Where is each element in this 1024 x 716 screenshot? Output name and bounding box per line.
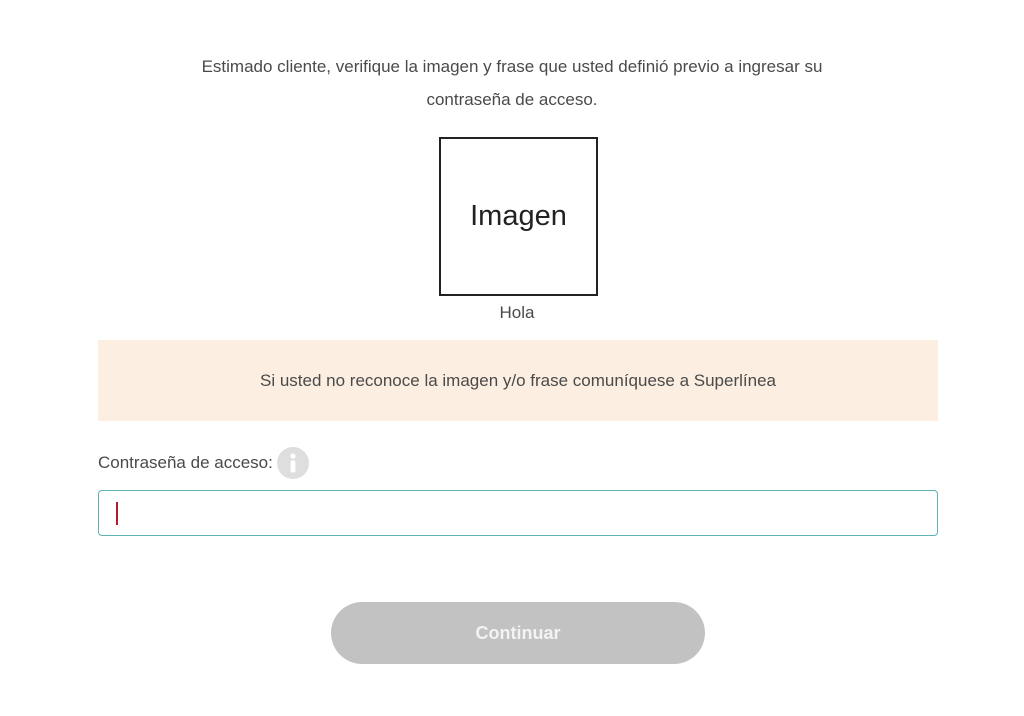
security-image: Imagen: [439, 137, 598, 296]
password-label-row: Contraseña de acceso:: [98, 447, 309, 479]
text-caret: [116, 502, 118, 525]
warning-banner: Si usted no reconoce la imagen y/o frase…: [98, 340, 938, 421]
password-input[interactable]: [98, 490, 938, 536]
password-page: Estimado cliente, verifique la imagen y …: [0, 0, 1024, 716]
continue-button[interactable]: Continuar: [331, 602, 705, 664]
security-image-label: Imagen: [470, 200, 567, 232]
intro-line-1: Estimado cliente, verifique la imagen y …: [201, 57, 823, 76]
warning-text: Si usted no reconoce la imagen y/o frase…: [260, 370, 776, 390]
info-icon[interactable]: [276, 447, 309, 479]
intro-line-2: contraseña de acceso.: [426, 90, 598, 109]
password-label: Contraseña de acceso:: [98, 453, 273, 472]
intro-text: Estimado cliente, verifique la imagen y …: [150, 50, 874, 116]
security-phrase: Hola: [499, 303, 535, 322]
info-icon-glyph: [290, 453, 296, 473]
